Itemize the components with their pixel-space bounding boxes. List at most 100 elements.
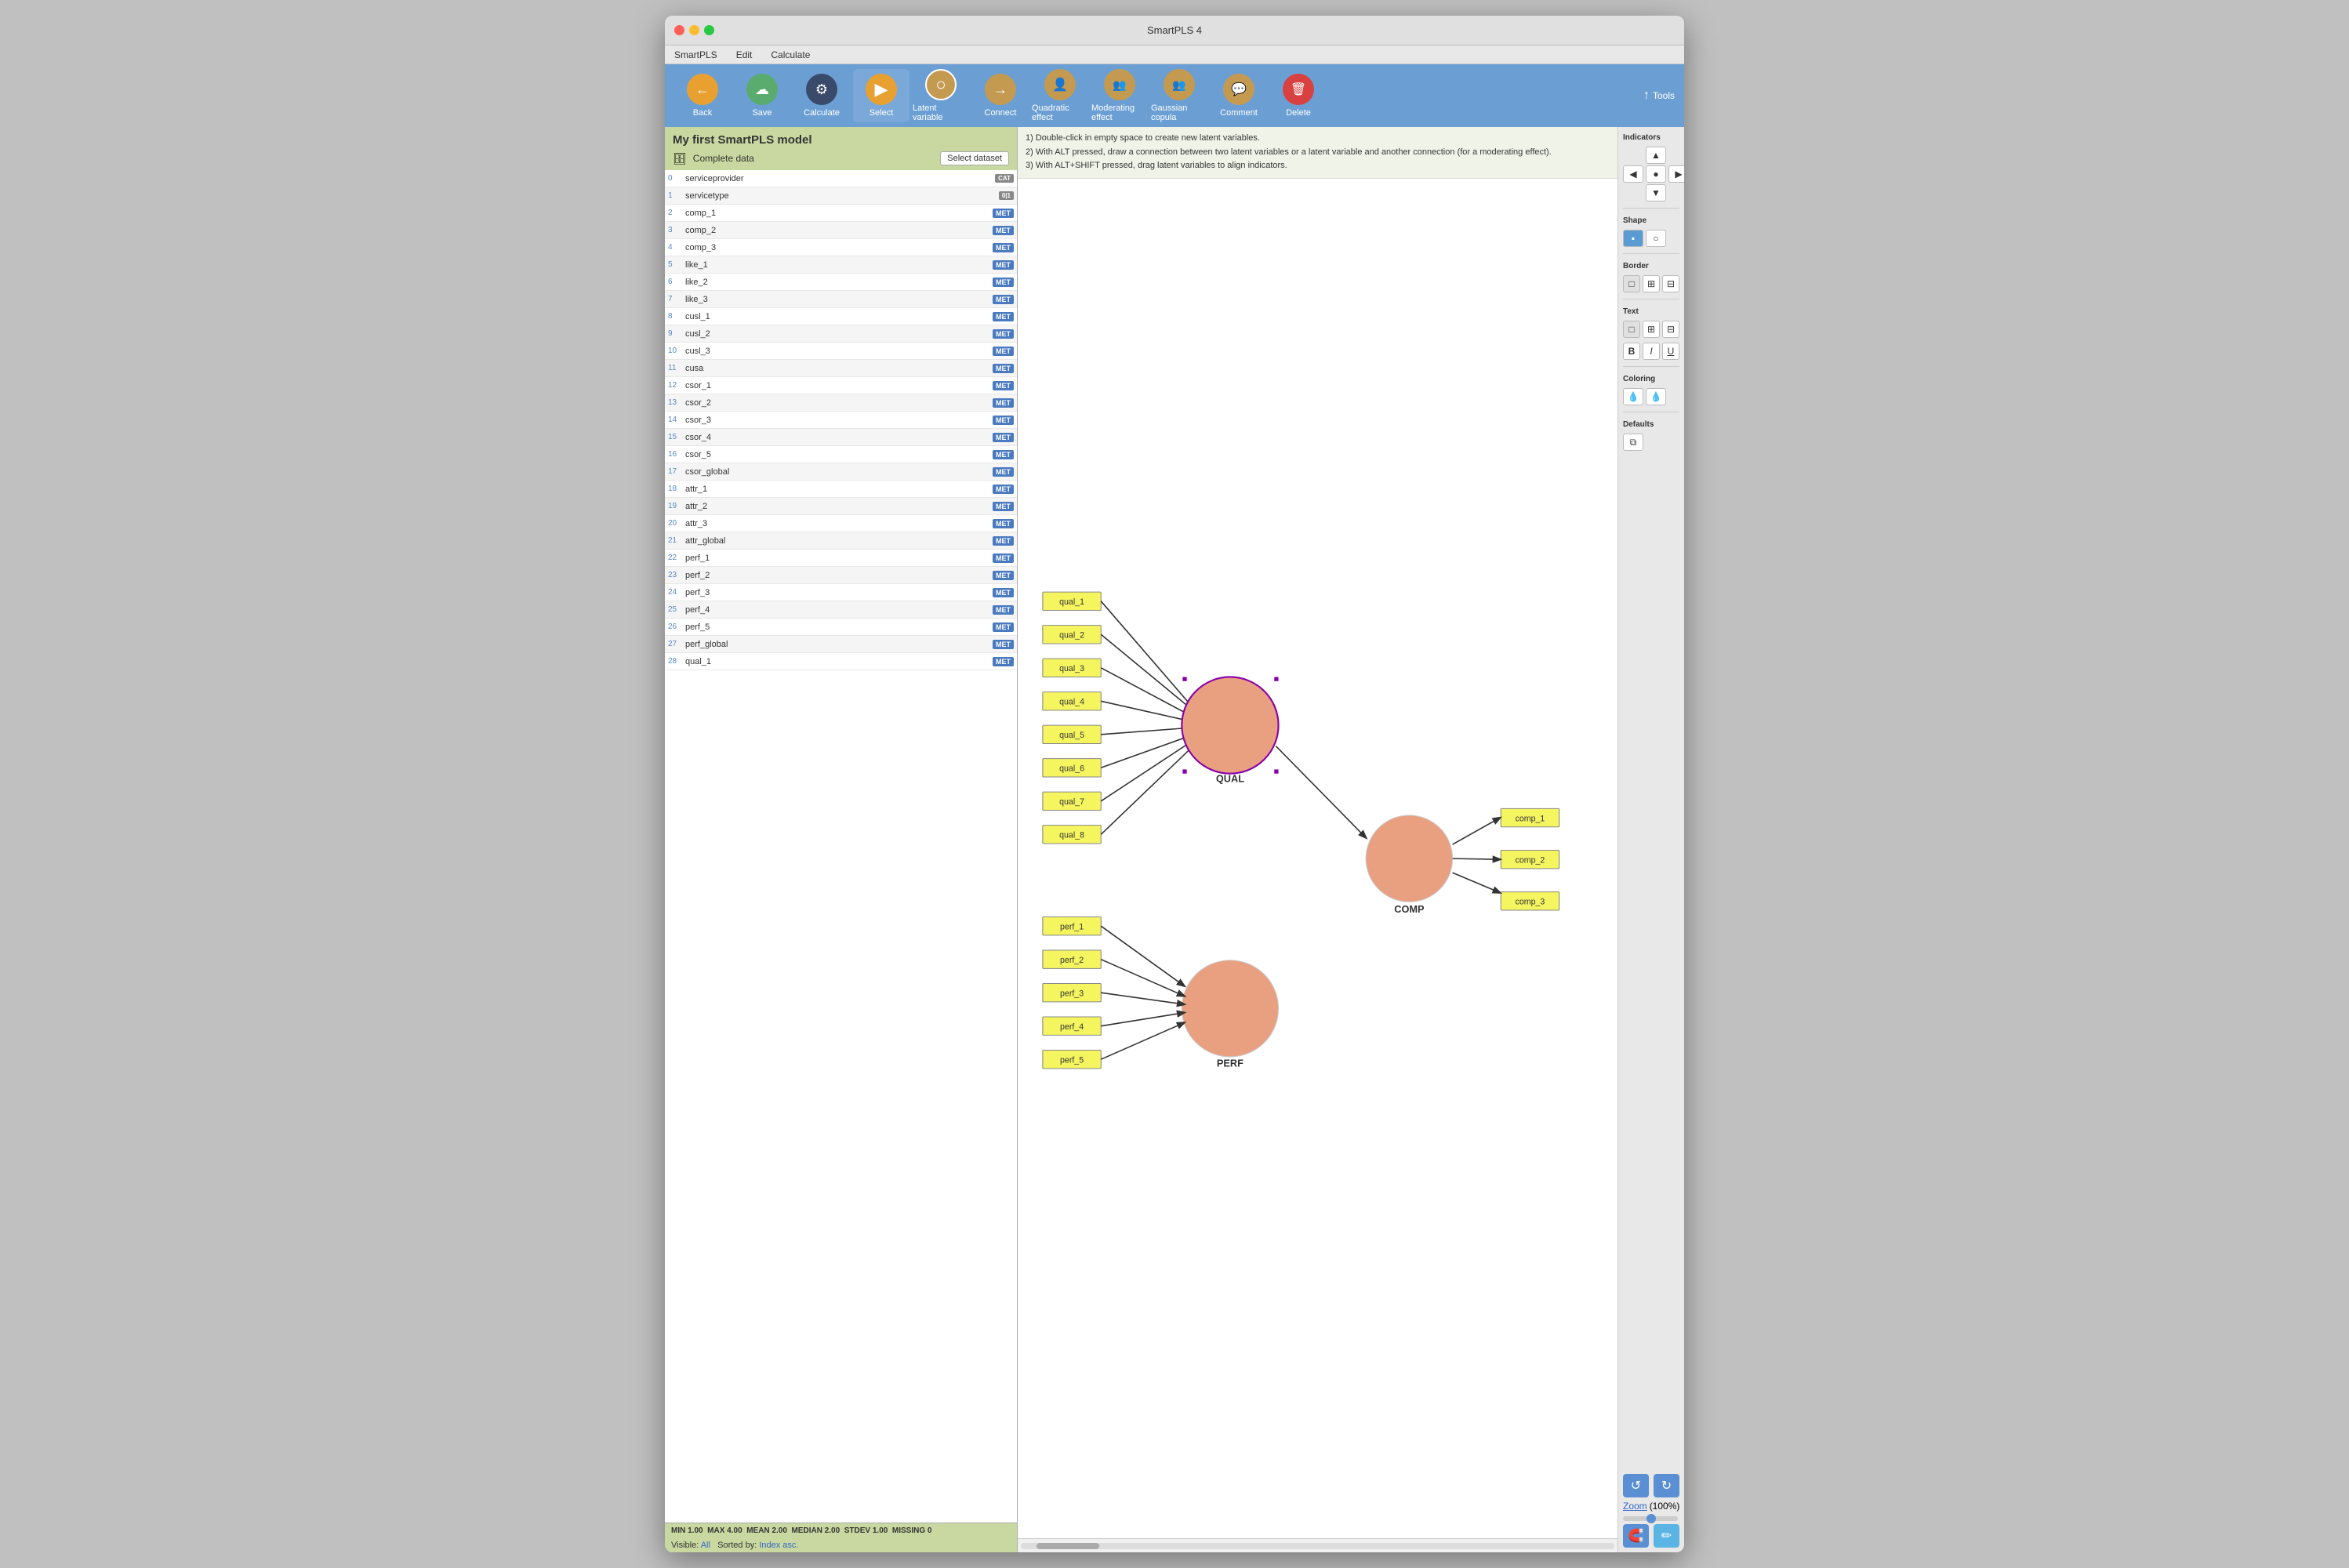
list-item[interactable]: 19 attr_2 MET [665, 498, 1017, 515]
canvas-area[interactable]: 1) Double-click in empty space to create… [1018, 127, 1617, 1552]
text-remove-btn[interactable]: ⊟ [1662, 321, 1679, 338]
var-index: 12 [668, 381, 685, 390]
text-add-btn[interactable]: ⊞ [1643, 321, 1660, 338]
fullscreen-button[interactable] [704, 25, 714, 35]
color-stroke-btn[interactable]: 💧 [1646, 388, 1666, 405]
defaults-copy-btn[interactable]: ⧉ [1623, 434, 1643, 451]
var-name: like_1 [685, 260, 993, 270]
list-item[interactable]: 17 csor_global MET [665, 463, 1017, 481]
var-name: csor_global [685, 467, 993, 477]
list-item[interactable]: 2 comp_1 MET [665, 205, 1017, 222]
svg-text:qual_3: qual_3 [1059, 664, 1084, 673]
list-item[interactable]: 14 csor_3 MET [665, 412, 1017, 429]
indicator-right-btn[interactable]: ▶ [1668, 165, 1684, 183]
var-index: 26 [668, 622, 685, 631]
zoom-slider-thumb[interactable] [1646, 1514, 1656, 1523]
list-item[interactable]: 28 qual_1 MET [665, 653, 1017, 670]
undo-btn[interactable]: ↺ [1623, 1474, 1649, 1497]
list-item[interactable]: 15 csor_4 MET [665, 429, 1017, 446]
list-item[interactable]: 11 cusa MET [665, 360, 1017, 377]
border-remove-btn[interactable]: ⊟ [1662, 275, 1679, 292]
list-item[interactable]: 5 like_1 MET [665, 256, 1017, 274]
magnet-btn[interactable]: 🧲 [1623, 1524, 1649, 1548]
visible-all-link[interactable]: All [701, 1541, 710, 1550]
list-item[interactable]: 27 perf_global MET [665, 636, 1017, 653]
svg-text:perf_3: perf_3 [1060, 989, 1084, 998]
list-item[interactable]: 3 comp_2 MET [665, 222, 1017, 239]
text-color-btn[interactable]: □ [1623, 321, 1640, 338]
list-item[interactable]: 4 comp_3 MET [665, 239, 1017, 256]
var-badge: MET [993, 588, 1014, 597]
list-item[interactable]: 8 cusl_1 MET [665, 308, 1017, 325]
list-item[interactable]: 1 servicetype 0|1 [665, 187, 1017, 205]
list-item[interactable]: 7 like_3 MET [665, 291, 1017, 308]
tool-comment[interactable]: 💬 Comment [1211, 69, 1267, 122]
var-badge: MET [993, 450, 1014, 459]
calculate-icon: ⚙ [806, 74, 837, 105]
list-item[interactable]: 18 attr_1 MET [665, 481, 1017, 498]
list-item[interactable]: 10 cusl_3 MET [665, 343, 1017, 360]
svg-text:qual_5: qual_5 [1059, 731, 1084, 740]
border-add-btn[interactable]: ⊞ [1643, 275, 1660, 292]
list-item[interactable]: 22 perf_1 MET [665, 550, 1017, 567]
border-label: Border [1623, 262, 1679, 270]
text-bold-btn[interactable]: B [1623, 343, 1640, 360]
dataset-row: 🗄 Complete data Select dataset [665, 150, 1017, 170]
shape-circle-btn[interactable]: ○ [1646, 230, 1666, 247]
list-item[interactable]: 16 csor_5 MET [665, 446, 1017, 463]
var-index: 28 [668, 657, 685, 666]
list-item[interactable]: 0 serviceprovider CAT [665, 170, 1017, 187]
shape-rect-btn[interactable]: ▪ [1623, 230, 1643, 247]
list-item[interactable]: 12 csor_1 MET [665, 377, 1017, 394]
tool-connect[interactable]: → Connect [972, 69, 1029, 122]
select-dataset-button[interactable]: Select dataset [940, 151, 1009, 165]
border-color-btn[interactable]: □ [1623, 275, 1640, 292]
tool-delete[interactable]: 🗑 Delete [1270, 69, 1327, 122]
quadratic-icon: 👤 [1044, 69, 1076, 100]
scroll-bar-bottom[interactable] [1018, 1538, 1617, 1552]
list-item[interactable]: 25 perf_4 MET [665, 601, 1017, 619]
var-name: servicetype [685, 191, 999, 201]
sorted-by-link[interactable]: Index asc. [759, 1541, 798, 1550]
tool-select[interactable]: ▶ Select [853, 69, 909, 122]
menu-smartpls[interactable]: SmartPLS [671, 48, 721, 62]
zoom-label[interactable]: Zoom [1623, 1501, 1647, 1512]
menu-edit[interactable]: Edit [733, 48, 756, 62]
tool-save[interactable]: ☁ Save [734, 69, 790, 122]
tool-calculate[interactable]: ⚙ Calculate [793, 69, 850, 122]
canvas-viewport[interactable]: qual_1 qual_2 qual_3 qual_4 qual_5 qual_ [1018, 179, 1617, 1538]
indicator-center-btn[interactable]: ● [1646, 165, 1666, 183]
diagram-svg[interactable]: qual_1 qual_2 qual_3 qual_4 qual_5 qual_ [1018, 179, 1617, 1538]
indicator-down-btn[interactable]: ▼ [1646, 184, 1666, 201]
list-item[interactable]: 13 csor_2 MET [665, 394, 1017, 412]
tool-quadratic[interactable]: 👤 Quadratic effect [1032, 69, 1088, 122]
text-italic-btn[interactable]: I [1643, 343, 1660, 360]
redo-btn[interactable]: ↻ [1654, 1474, 1679, 1497]
list-item[interactable]: 21 attr_global MET [665, 532, 1017, 550]
color-fill-btn[interactable]: 💧 [1623, 388, 1643, 405]
var-name: perf_global [685, 640, 993, 649]
menu-calculate[interactable]: Calculate [768, 48, 813, 62]
indicator-left-btn[interactable]: ◀ [1623, 165, 1643, 183]
list-item[interactable]: 9 cusl_2 MET [665, 325, 1017, 343]
indicator-up-btn[interactable]: ▲ [1646, 147, 1666, 164]
var-name: serviceprovider [685, 174, 995, 183]
scroll-thumb[interactable] [1037, 1543, 1099, 1549]
var-name: perf_2 [685, 571, 993, 580]
text-underline-btn[interactable]: U [1662, 343, 1679, 360]
list-item[interactable]: 20 attr_3 MET [665, 515, 1017, 532]
list-item[interactable]: 26 perf_5 MET [665, 619, 1017, 636]
pen-btn[interactable]: ✏ [1654, 1524, 1679, 1548]
list-item[interactable]: 24 perf_3 MET [665, 584, 1017, 601]
var-index: 7 [668, 295, 685, 303]
tool-moderating[interactable]: 👥 Moderating effect [1091, 69, 1148, 122]
tool-latent[interactable]: ○ Latent variable [913, 69, 969, 122]
list-item[interactable]: 6 like_2 MET [665, 274, 1017, 291]
tool-back[interactable]: ← Back [674, 69, 731, 122]
list-item[interactable]: 23 perf_2 MET [665, 567, 1017, 584]
zoom-slider-track[interactable] [1623, 1516, 1678, 1521]
close-button[interactable] [674, 25, 684, 35]
delete-icon: 🗑 [1283, 74, 1314, 105]
minimize-button[interactable] [689, 25, 699, 35]
tool-gaussian[interactable]: 👥 Gaussian copula [1151, 69, 1207, 122]
